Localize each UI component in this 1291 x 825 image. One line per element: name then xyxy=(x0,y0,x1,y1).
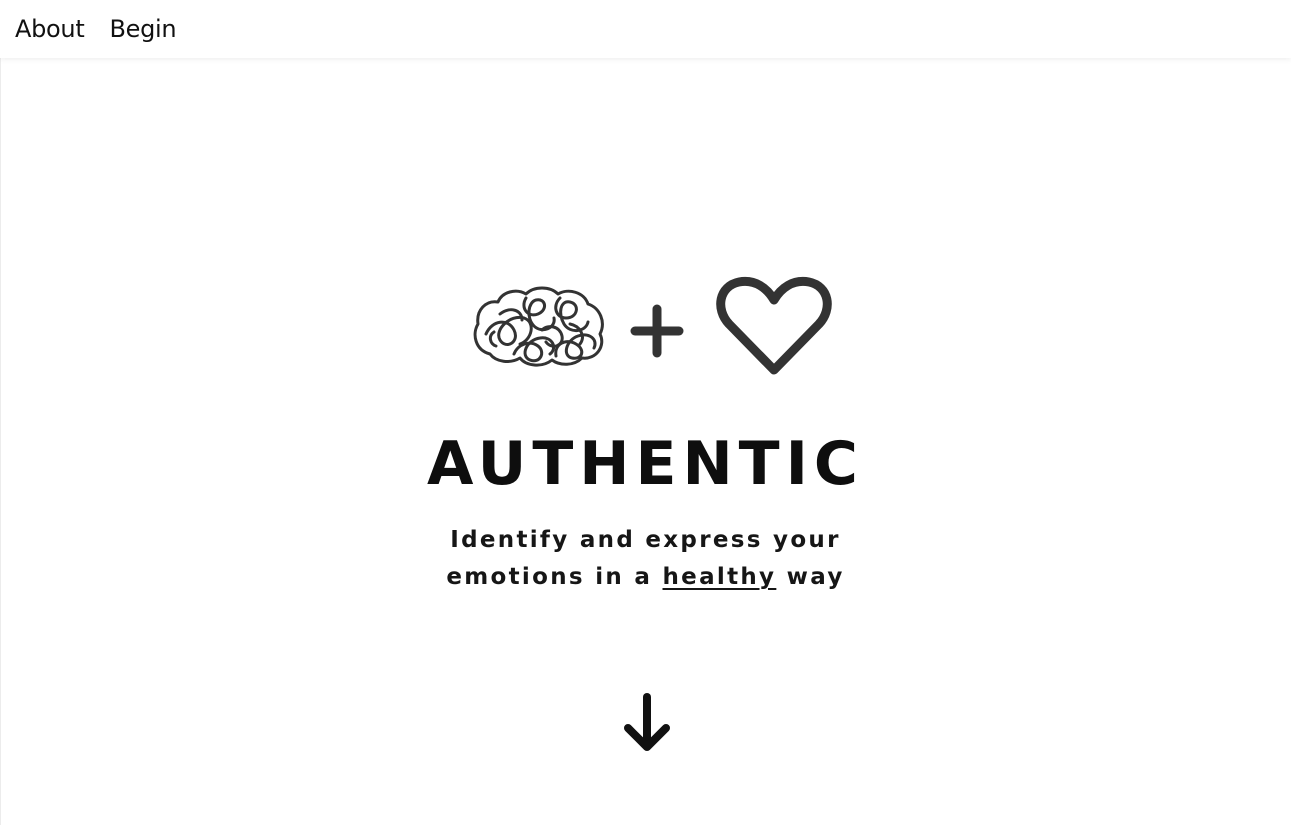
hero-section: AUTHENTIC Identify and express your emot… xyxy=(0,58,1291,825)
page-title: AUTHENTIC xyxy=(427,429,864,499)
tagline-text-end: way xyxy=(786,564,845,590)
top-nav: About Begin xyxy=(0,0,1291,58)
tagline: Identify and express your emotions in a … xyxy=(0,522,1291,596)
heart-icon xyxy=(716,276,832,375)
logo-icons xyxy=(470,276,835,380)
nav-link-begin[interactable]: Begin xyxy=(109,15,176,43)
nav-link-about[interactable]: About xyxy=(15,15,85,43)
brain-icon xyxy=(473,286,604,367)
plus-icon xyxy=(630,304,684,358)
tagline-text: emotions in a xyxy=(446,564,653,590)
tagline-highlight: healthy xyxy=(662,564,777,590)
tagline-line-1: Identify and express your xyxy=(450,527,841,553)
tagline-line-2: emotions in a healthy way xyxy=(0,559,1291,596)
arrow-down-icon[interactable] xyxy=(622,692,672,754)
